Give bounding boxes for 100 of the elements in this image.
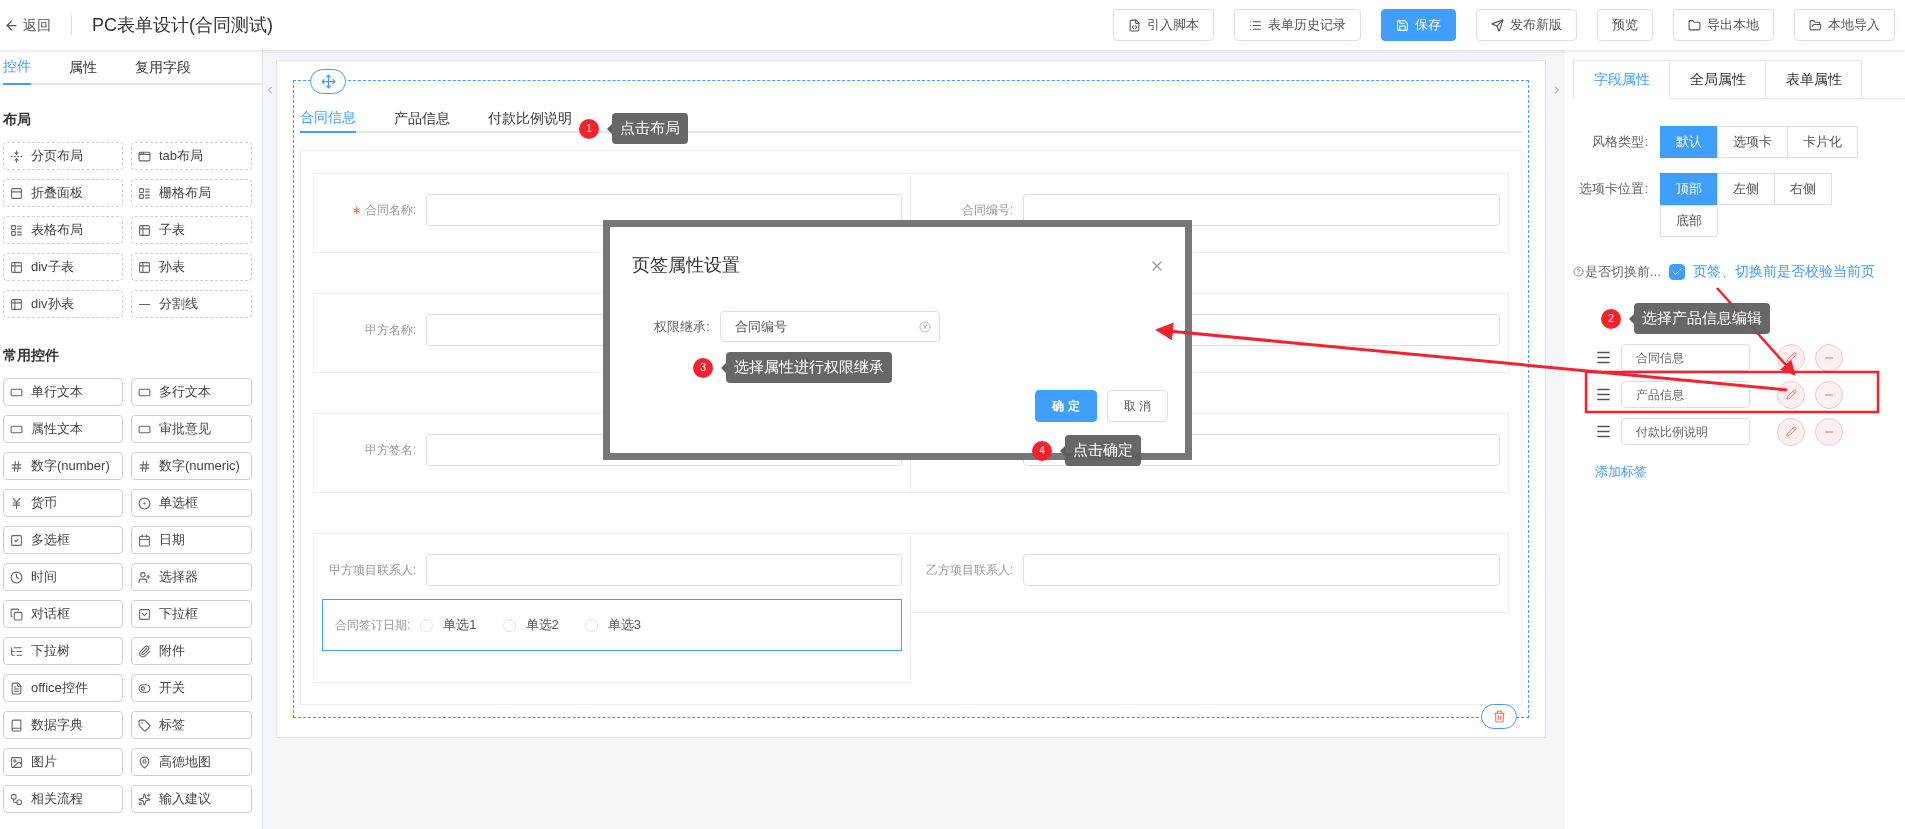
text-input[interactable] — [1023, 194, 1500, 226]
flow-icon — [10, 792, 23, 806]
component-item[interactable]: 折叠面板 — [3, 179, 123, 207]
component-item[interactable]: 数据字典 — [3, 711, 123, 739]
radio-option[interactable]: 单选3 — [584, 615, 642, 635]
component-item[interactable]: 子表 — [131, 216, 252, 244]
text-input[interactable] — [426, 554, 902, 586]
property-tab[interactable]: 表单属性 — [1765, 60, 1862, 99]
toolbar-button[interactable]: 表单历史记录 — [1234, 9, 1361, 41]
tab-name-field[interactable]: 产品信息 — [1621, 381, 1750, 408]
field-label: 乙方项目联系人: — [925, 562, 1013, 579]
component-item[interactable]: 数字(numeric) — [131, 452, 252, 480]
group-heading: 常用控件 — [2, 346, 60, 365]
component-item[interactable]: div子表 — [3, 253, 123, 281]
drag-handle-icon[interactable] — [1595, 423, 1612, 440]
component-item[interactable]: office控件 — [3, 674, 123, 702]
table-icon — [138, 260, 151, 274]
segment-button[interactable]: 底部 — [1660, 205, 1718, 237]
component-item[interactable]: 数字(number) — [3, 452, 123, 480]
toolbar-button[interactable]: 导出本地 — [1673, 9, 1774, 41]
component-item[interactable]: 属性文本 — [3, 415, 123, 443]
panel-tab[interactable]: 复用字段 — [135, 50, 191, 85]
script-icon — [1128, 18, 1141, 32]
component-item[interactable]: 分页布局 — [3, 142, 123, 170]
component-item[interactable]: 栅格布局 — [131, 179, 252, 207]
field-label: 甲方项目联系人: — [328, 562, 416, 579]
dialog-button[interactable]: 取 消 — [1106, 390, 1168, 422]
form-tab[interactable]: 付款比例说明 — [488, 103, 572, 133]
toolbar-button[interactable]: 发布新版 — [1476, 9, 1577, 41]
segment-button[interactable]: 卡片化 — [1787, 126, 1858, 158]
back-button[interactable]: 返回 — [4, 14, 51, 36]
radio-option[interactable]: 单选2 — [502, 615, 559, 635]
drag-handle-icon[interactable] — [1595, 349, 1612, 366]
component-item[interactable]: 高德地图 — [131, 748, 252, 776]
component-item[interactable]: 表格布局 — [3, 216, 123, 244]
component-item[interactable]: 单选框 — [131, 489, 252, 517]
edit-button[interactable] — [1777, 380, 1805, 409]
component-item[interactable]: 标签 — [131, 711, 252, 739]
component-item[interactable]: 开关 — [131, 674, 252, 702]
component-item[interactable]: 多行文本 — [131, 378, 252, 406]
component-item[interactable]: 对话框 — [3, 600, 123, 628]
tab-name-field[interactable]: 付款比例说明 — [1621, 418, 1750, 445]
delete-button[interactable] — [1481, 704, 1517, 729]
edit-button[interactable] — [1777, 417, 1805, 446]
component-item[interactable]: 输入建议 — [131, 785, 252, 813]
property-label: 是否切换前... — [1585, 262, 1662, 281]
component-item[interactable]: 图片 — [3, 748, 123, 776]
checkbox-text: 页签、切换前是否校验当前页 — [1693, 262, 1875, 281]
component-item[interactable]: 分割线 — [131, 290, 252, 318]
segment-button[interactable]: 选项卡 — [1717, 126, 1788, 158]
component-item[interactable]: 审批意见 — [131, 415, 252, 443]
sparkle-icon — [138, 792, 151, 806]
toolbar-button[interactable]: 预览 — [1597, 9, 1653, 41]
component-item[interactable]: 日期 — [131, 526, 252, 554]
move-button[interactable] — [310, 69, 346, 94]
panel-tab[interactable]: 属性 — [69, 50, 97, 85]
clock-icon — [10, 570, 23, 584]
field-label: 甲方签名: — [364, 442, 416, 459]
document-icon — [10, 681, 23, 695]
component-item[interactable]: 货币 — [3, 489, 123, 517]
component-item[interactable]: 附件 — [131, 637, 252, 665]
component-item[interactable]: 多选框 — [3, 526, 123, 554]
folder-icon — [1688, 18, 1701, 32]
calendar-icon — [138, 533, 151, 547]
form-tab[interactable]: 产品信息 — [394, 103, 450, 133]
dropdown-icon — [138, 607, 151, 621]
component-item[interactable]: 选择器 — [131, 563, 252, 591]
component-item[interactable]: 孙表 — [131, 253, 252, 281]
text-input[interactable] — [1023, 554, 1500, 586]
remove-button[interactable] — [1815, 343, 1843, 372]
component-item[interactable]: 单行文本 — [3, 378, 123, 406]
property-tab[interactable]: 全局属性 — [1669, 60, 1766, 99]
clear-icon[interactable] — [918, 320, 931, 333]
dialog-title: 页签属性设置 — [632, 254, 740, 277]
save-icon — [1396, 18, 1409, 32]
help-icon — [1573, 266, 1584, 277]
toggle-icon — [138, 681, 151, 695]
component-item[interactable]: 下拉树 — [3, 637, 123, 665]
checkbox[interactable] — [1669, 263, 1685, 280]
segment-button[interactable]: 左侧 — [1717, 173, 1775, 205]
segment-button[interactable]: 右侧 — [1774, 173, 1832, 205]
component-item[interactable]: 时间 — [3, 563, 123, 591]
toolbar-button[interactable]: 引入脚本 — [1113, 9, 1214, 41]
map-pin-icon — [138, 755, 151, 769]
toolbar-button[interactable]: 本地导入 — [1794, 9, 1895, 41]
component-item[interactable]: 下拉框 — [131, 600, 252, 628]
page-break-icon — [10, 149, 23, 163]
component-item[interactable]: div孙表 — [3, 290, 123, 318]
component-item[interactable]: tab布局 — [131, 142, 252, 170]
component-item[interactable]: 相关流程 — [3, 785, 123, 813]
image-icon — [10, 755, 23, 769]
list-icon — [1249, 18, 1262, 32]
window-icon — [138, 149, 151, 163]
tab-name-field[interactable]: 合同信息 — [1621, 344, 1750, 371]
drag-handle-icon[interactable] — [1595, 386, 1612, 403]
table-icon — [10, 260, 23, 274]
select-field[interactable]: 合同编号 — [719, 311, 940, 342]
radio-option[interactable]: 单选1 — [420, 615, 477, 635]
property-label: 风格类型: — [1591, 133, 1649, 151]
step-tooltip: 选择属性进行权限继承 — [721, 352, 892, 383]
